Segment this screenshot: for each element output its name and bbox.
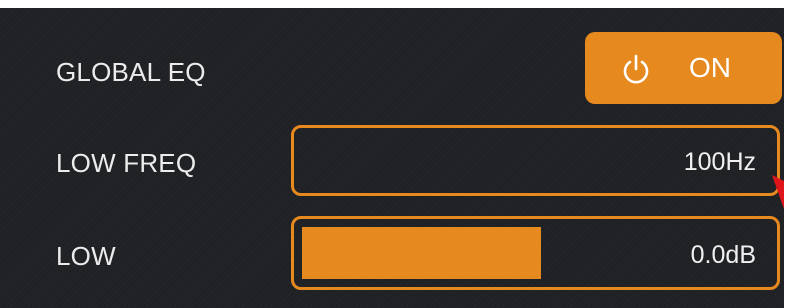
- toggle-label: ON: [689, 52, 731, 83]
- low-freq-field[interactable]: 100Hz: [291, 125, 780, 196]
- low-gain-level-fill: [302, 227, 541, 279]
- eq-settings-panel: GLOBAL EQ ON LOW FREQ 100Hz LOW 0.0dB: [0, 0, 787, 308]
- global-eq-label: GLOBAL EQ: [56, 57, 206, 87]
- global-eq-toggle-button[interactable]: ON: [585, 32, 782, 104]
- low-gain-slider[interactable]: 0.0dB: [291, 216, 780, 290]
- low-gain-value: 0.0dB: [690, 241, 756, 269]
- low-gain-label: LOW: [56, 241, 116, 271]
- corner-marker-icon: [772, 175, 784, 209]
- low-freq-label: LOW FREQ: [56, 148, 197, 178]
- top-edge: [0, 0, 787, 8]
- power-icon: [623, 54, 649, 84]
- low-freq-value: 100Hz: [683, 148, 756, 176]
